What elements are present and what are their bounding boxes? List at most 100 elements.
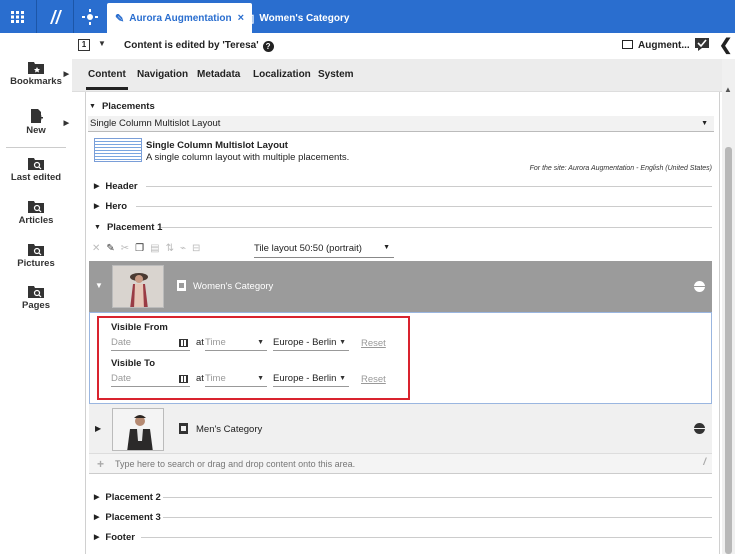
checkin-icon[interactable] <box>694 36 710 52</box>
item-label[interactable]: Women's Category <box>193 281 273 292</box>
tab-localization[interactable]: Localization <box>253 69 311 80</box>
chevron-right-icon[interactable]: ▶ <box>95 424 101 433</box>
visible-from-time-field[interactable]: Time ▼ <box>205 336 267 351</box>
sync-icon[interactable] <box>74 0 106 33</box>
scroll-up-icon[interactable]: ▲ <box>724 85 732 94</box>
sidebar: Bookmarks ▶ New ▶ Last edited Articles P… <box>0 33 72 554</box>
divider <box>719 92 720 554</box>
add-icon[interactable]: + <box>97 457 104 471</box>
visible-to-label: Visible To <box>111 358 155 369</box>
tab-metadata[interactable]: Metadata <box>197 69 240 80</box>
expand-arrow-icon[interactable]: ▶ <box>64 70 69 78</box>
apps-grid-icon[interactable] <box>0 0 36 33</box>
content-dropzone[interactable]: + Type here to search or drag and drop c… <box>89 454 712 474</box>
chevron-down-icon: ▼ <box>339 375 346 382</box>
move-icon[interactable]: ⇅ <box>166 243 174 254</box>
dropzone-placeholder[interactable]: Type here to search or drag and drop con… <box>115 459 355 469</box>
chevron-down-icon: ▼ <box>257 375 264 382</box>
globe-icon <box>694 423 705 434</box>
document-icon <box>177 280 186 291</box>
layout-select[interactable]: Single Column Multislot Layout ▼ <box>88 116 714 132</box>
content-pane: ▼ Placements Single Column Multislot Layo… <box>72 92 722 554</box>
edit-status: Content is edited by 'Teresa'? <box>124 40 274 52</box>
bookmarks-folder-icon <box>28 62 44 74</box>
tile-layout-select[interactable]: Tile layout 50:50 (portrait) ▼ <box>254 243 394 258</box>
paste-icon[interactable]: ▤ <box>150 243 159 254</box>
divider <box>163 517 712 518</box>
item-label[interactable]: Men's Category <box>196 424 262 435</box>
chevron-down-icon[interactable]: ▼ <box>95 281 103 290</box>
visible-to-time-field[interactable]: Time ▼ <box>205 372 267 387</box>
sidebar-item-new[interactable]: New ▶ <box>0 109 72 136</box>
sidebar-item-bookmarks[interactable]: Bookmarks ▶ <box>0 60 72 87</box>
section-hero[interactable]: ▶ Hero <box>94 201 127 212</box>
sidebar-item-pictures[interactable]: Pictures <box>0 242 72 269</box>
section-footer[interactable]: ▶ Footer <box>94 532 135 543</box>
link-icon[interactable]: ⌁ <box>180 243 186 254</box>
new-document-icon <box>31 109 43 123</box>
search-folder-icon <box>28 244 44 256</box>
placements-section[interactable]: ▼ Placements <box>89 101 155 112</box>
section-placement-2[interactable]: ▶ Placement 2 <box>94 492 161 503</box>
edit-icon[interactable]: ✎ <box>106 243 114 254</box>
divider <box>85 92 86 554</box>
chevron-right-icon: ▶ <box>94 514 100 521</box>
tab-system[interactable]: System <box>318 69 354 80</box>
tab-navigation[interactable]: Navigation <box>137 69 188 80</box>
mens-category-thumbnail <box>112 408 164 451</box>
section-placement-3[interactable]: ▶ Placement 3 <box>94 512 161 523</box>
calendar-icon[interactable] <box>179 339 188 347</box>
sidebar-item-pages[interactable]: Pages <box>0 284 72 311</box>
collapse-icon[interactable]: ❮ <box>719 35 732 55</box>
divider <box>136 206 712 207</box>
site-note: For the site: Aurora Augmentation - Engl… <box>529 165 712 172</box>
expand-arrow-icon[interactable]: ▶ <box>64 119 69 127</box>
tab-womens-category[interactable]: ▣ Women's Category <box>236 3 357 33</box>
lock-icon[interactable]: ⊟ <box>192 243 200 254</box>
tab-aurora-augmentation[interactable]: ✎ Aurora Augmentation × <box>107 3 253 33</box>
augment-button[interactable]: Augment... <box>622 40 690 51</box>
list-item-womens-category[interactable]: ▼ Women's Category <box>89 261 712 312</box>
logo-icon[interactable] <box>37 0 73 33</box>
chevron-down-icon: ▼ <box>383 244 390 251</box>
chevron-right-icon: ▶ <box>94 494 100 501</box>
tab-content[interactable]: Content <box>86 69 128 90</box>
lock-indicator[interactable]: 1 <box>78 39 90 51</box>
layout-name: Single Column Multislot Layout <box>146 140 288 151</box>
visible-from-date-field[interactable]: Date <box>111 336 190 351</box>
help-icon[interactable]: ? <box>262 41 274 52</box>
section-placement-1[interactable]: ▼ Placement 1 <box>94 222 162 233</box>
visible-from-timezone-select[interactable]: Europe - Berlin ▼ <box>273 336 349 351</box>
visible-to-reset-link[interactable]: Reset <box>361 374 386 385</box>
scrollbar-thumb[interactable] <box>725 147 732 554</box>
remove-icon[interactable]: ✕ <box>92 243 100 254</box>
sidebar-item-last-edited[interactable]: Last edited <box>0 156 72 183</box>
visible-to-date-field[interactable]: Date <box>111 372 190 387</box>
list-item-mens-category[interactable]: ▶ Men's Category <box>89 404 712 454</box>
scrollbar[interactable]: ▲ <box>722 59 735 554</box>
copy-icon[interactable]: ❐ <box>135 243 144 254</box>
calendar-icon[interactable] <box>179 375 188 383</box>
chevron-down-icon: ▼ <box>89 103 96 110</box>
visible-from-reset-link[interactable]: Reset <box>361 338 386 349</box>
womens-category-thumbnail <box>112 265 164 308</box>
section-header[interactable]: ▶ Header <box>94 181 138 192</box>
search-folder-icon <box>28 201 44 213</box>
tab-label: Aurora Augmentation <box>129 12 232 24</box>
visible-to-timezone-select[interactable]: Europe - Berlin ▼ <box>273 372 349 387</box>
layout-preview-image <box>94 138 142 162</box>
chevron-down-icon: ▼ <box>257 339 264 346</box>
chevron-down-icon[interactable]: ▼ <box>98 39 106 48</box>
sidebar-item-articles[interactable]: Articles <box>0 199 72 226</box>
at-label: at <box>196 373 204 384</box>
chevron-right-icon: ▶ <box>94 203 100 210</box>
tab-label: Women's Category <box>259 12 350 24</box>
divider <box>161 227 712 228</box>
divider <box>163 497 712 498</box>
placement-toolbar: ✕ ✎ ✂ ❐ ▤ ⇅ ⌁ ⊟ <box>92 243 206 259</box>
chevron-down-icon: ▼ <box>701 120 708 127</box>
visible-from-label: Visible From <box>111 322 168 333</box>
logo-icon: / <box>703 457 706 468</box>
cut-icon[interactable]: ✂ <box>121 243 129 254</box>
chevron-right-icon: ▶ <box>94 183 100 190</box>
